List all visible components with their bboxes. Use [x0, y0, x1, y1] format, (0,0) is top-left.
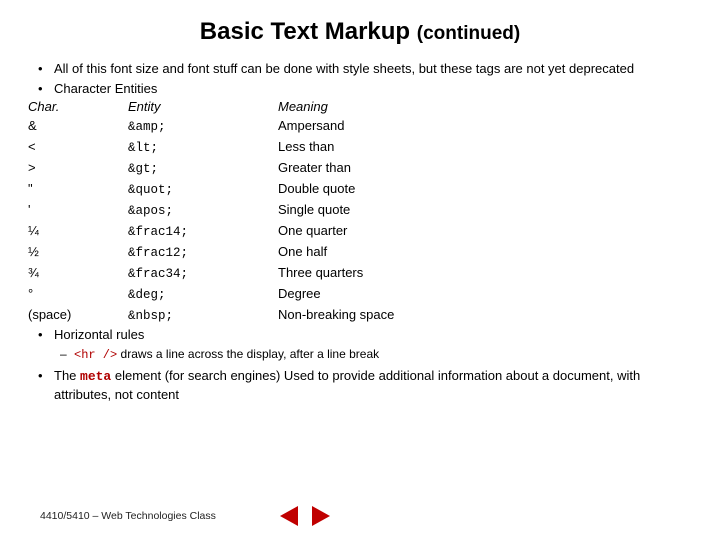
title-main: Basic Text Markup [200, 18, 410, 45]
header-char: Char. [28, 99, 128, 114]
table-row: &&amp;Ampersand [28, 116, 692, 137]
cell-char: ' [28, 200, 128, 221]
table-row: "&quot;Double quote [28, 179, 692, 200]
inline-code: <hr /> [74, 348, 117, 362]
cell-char: ¾ [28, 263, 128, 284]
sub-bullet-item: <hr /> draws a line across the display, … [60, 346, 692, 364]
table-row: >&gt;Greater than [28, 158, 692, 179]
inline-code: meta [80, 369, 111, 384]
bullet-list: Horizontal rules [36, 326, 692, 344]
text: element (for search engines) Used to pro… [54, 368, 640, 402]
cell-char: < [28, 137, 128, 158]
cell-entity: &lt; [128, 138, 278, 158]
cell-entity: &amp; [128, 117, 278, 137]
bullet-item: Character Entities [36, 80, 692, 98]
text: The [54, 368, 80, 383]
bullet-item: The meta element (for search engines) Us… [36, 367, 692, 403]
sub-text: draws a line across the display, after a… [117, 347, 379, 361]
cell-meaning: One half [278, 242, 327, 263]
sub-bullet-list: <hr /> draws a line across the display, … [60, 346, 692, 364]
header-entity: Entity [128, 99, 278, 114]
cell-entity: &deg; [128, 285, 278, 305]
cell-entity: &apos; [128, 201, 278, 221]
cell-entity: &gt; [128, 159, 278, 179]
cell-meaning: Ampersand [278, 116, 344, 137]
table-row: ½&frac12;One half [28, 242, 692, 263]
cell-char: ½ [28, 242, 128, 263]
slide-title: Basic Text Markup (continued) [28, 18, 692, 46]
table-row: °&deg;Degree [28, 284, 692, 305]
header-meaning: Meaning [278, 99, 328, 114]
cell-entity: &frac34; [128, 264, 278, 284]
bullet-item: All of this font size and font stuff can… [36, 60, 692, 78]
bullet-item: Horizontal rules [36, 326, 692, 344]
title-continued: (continued) [417, 23, 520, 44]
bullet-list: The meta element (for search engines) Us… [36, 367, 692, 403]
bullet-list: All of this font size and font stuff can… [36, 60, 692, 97]
table-row: ¼&frac14;One quarter [28, 221, 692, 242]
cell-char: (space) [28, 305, 128, 326]
cell-meaning: Single quote [278, 200, 350, 221]
entity-table-body: &&amp;Ampersand<&lt;Less than>&gt;Greate… [28, 116, 692, 326]
cell-entity: &frac14; [128, 222, 278, 242]
cell-char: & [28, 116, 128, 137]
table-row: <&lt;Less than [28, 137, 692, 158]
nav-buttons [280, 506, 330, 526]
cell-meaning: Degree [278, 284, 321, 305]
next-slide-button[interactable] [312, 506, 330, 526]
cell-meaning: Three quarters [278, 263, 363, 284]
cell-entity: &frac12; [128, 243, 278, 263]
cell-entity: &nbsp; [128, 306, 278, 326]
cell-meaning: One quarter [278, 221, 347, 242]
table-row: (space)&nbsp;Non-breaking space [28, 305, 692, 326]
cell-char: > [28, 158, 128, 179]
entity-table-header: Char. Entity Meaning [28, 99, 692, 114]
cell-meaning: Non-breaking space [278, 305, 394, 326]
cell-meaning: Double quote [278, 179, 355, 200]
cell-meaning: Less than [278, 137, 334, 158]
cell-char: ¼ [28, 221, 128, 242]
table-row: ¾&frac34;Three quarters [28, 263, 692, 284]
table-row: '&apos;Single quote [28, 200, 692, 221]
footer-text: 4410/5410 – Web Technologies Class [40, 510, 216, 522]
cell-meaning: Greater than [278, 158, 351, 179]
cell-char: " [28, 179, 128, 200]
cell-char: ° [28, 284, 128, 305]
cell-entity: &quot; [128, 180, 278, 200]
prev-slide-button[interactable] [280, 506, 298, 526]
